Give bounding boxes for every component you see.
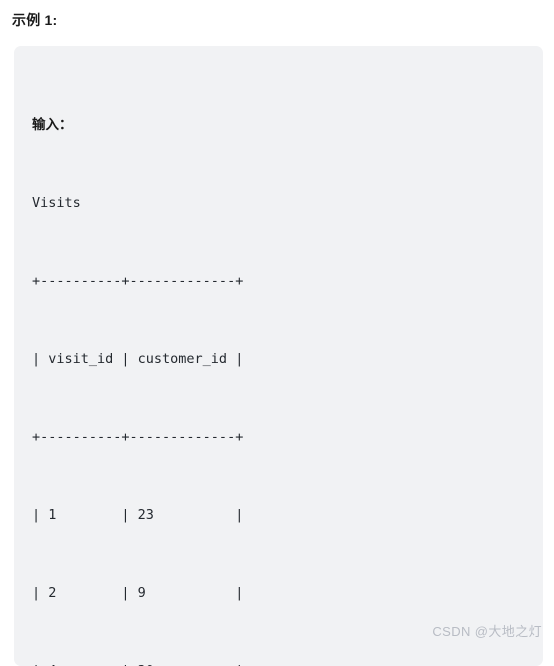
code-block-panel: 输入： Visits +----------+-------------+ | … <box>14 46 543 666</box>
visits-top-border: +----------+-------------+ <box>32 273 244 289</box>
table-row: | 2 | 9 | <box>32 585 244 601</box>
table-row: | 1 | 23 | <box>32 507 244 523</box>
code-content: 输入： Visits +----------+-------------+ | … <box>32 60 525 666</box>
csdn-watermark: CSDN @大地之灯 <box>432 624 542 639</box>
visits-header-row: | visit_id | customer_id | <box>32 351 244 367</box>
table-row: | 4 | 30 | <box>32 658 525 666</box>
document-page: 示例 1: 输入： Visits +----------+-----------… <box>0 0 554 666</box>
input-label: 输入： <box>32 117 73 133</box>
visits-header-border: +----------+-------------+ <box>32 429 244 445</box>
visits-table-name: Visits <box>32 195 81 211</box>
page-title: 示例 1: <box>12 12 58 28</box>
